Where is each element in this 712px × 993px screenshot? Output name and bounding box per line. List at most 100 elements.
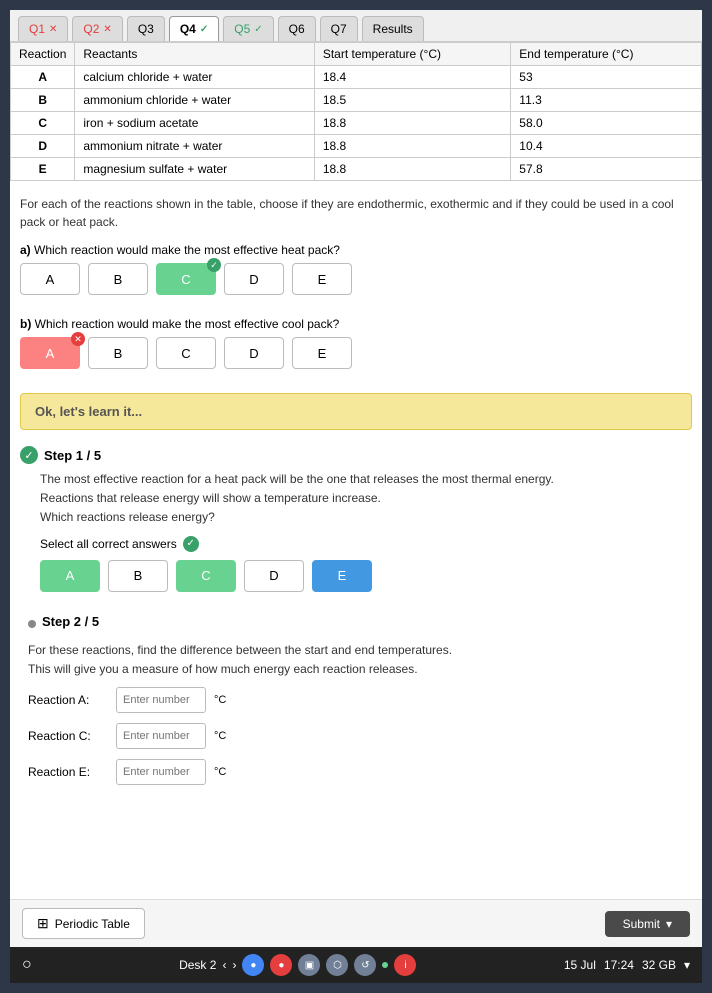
nav-right-icon[interactable]: › <box>232 958 236 972</box>
s1-option-b[interactable]: B <box>108 560 168 592</box>
table-row: E magnesium sulfate + water 18.8 57.8 <box>11 158 702 181</box>
cell-start-temp: 18.8 <box>314 112 510 135</box>
step1-header: ✓ Step 1 / 5 <box>40 446 692 464</box>
qa-text: Which reaction would make the most effec… <box>34 243 340 257</box>
cell-end-temp: 53 <box>511 66 702 89</box>
periodic-table-button[interactable]: ⊞ Periodic Table <box>22 908 145 939</box>
col-end-temp: End temperature (°C) <box>511 43 702 66</box>
question-b-section: b) Which reaction would make the most ef… <box>10 311 702 385</box>
qa-option-a[interactable]: A <box>20 263 80 295</box>
cell-reactants: iron + sodium acetate <box>75 112 314 135</box>
reaction-a-unit: °C <box>214 694 226 706</box>
taskbar-right: 15 Jul 17:24 32 GB ▾ <box>564 958 690 972</box>
cell-reactants: ammonium nitrate + water <box>75 135 314 158</box>
time-label: 17:24 <box>604 958 634 972</box>
question-a-label: a) Which reaction would make the most ef… <box>20 243 692 257</box>
cell-start-temp: 18.5 <box>314 89 510 112</box>
taskbar: ○ Desk 2 ‹ › ● ● ▣ ⬡ ↺ i 15 Jul 17:24 32… <box>10 947 702 983</box>
tab-q3[interactable]: Q3 <box>127 16 165 41</box>
reaction-e-unit: °C <box>214 766 226 778</box>
reaction-a-row: Reaction A: °C <box>28 687 692 713</box>
tab-q1-label: Q1 <box>29 22 45 36</box>
step1-line1: The most effective reaction for a heat p… <box>40 470 692 489</box>
tab-q5-status: ✓ <box>254 24 262 35</box>
cell-end-temp: 57.8 <box>511 158 702 181</box>
tab-q6-label: Q6 <box>289 22 305 36</box>
tab-q7-label: Q7 <box>331 22 347 36</box>
reaction-e-input[interactable] <box>116 759 206 785</box>
taskbar-left: ○ <box>22 956 32 974</box>
nav-left-icon[interactable]: ‹ <box>222 958 226 972</box>
tab-results-label: Results <box>373 22 413 36</box>
qa-option-c[interactable]: C ✓ <box>156 263 216 295</box>
tab-q6[interactable]: Q6 <box>278 16 316 41</box>
cell-start-temp: 18.8 <box>314 135 510 158</box>
s1-option-c[interactable]: C <box>176 560 236 592</box>
qb-a-badge: ✕ <box>71 332 85 346</box>
submit-button[interactable]: Submit ▾ <box>605 911 690 937</box>
home-circle-icon[interactable]: ○ <box>22 956 32 974</box>
cell-end-temp: 58.0 <box>511 112 702 135</box>
cell-reaction: E <box>11 158 75 181</box>
main-screen: Q1 ✕ Q2 ✕ Q3 Q4 ✓ Q5 ✓ Q6 Q7 Results <box>10 10 702 983</box>
table-row: D ammonium nitrate + water 18.8 10.4 <box>11 135 702 158</box>
tab-q2-status: ✕ <box>103 24 111 35</box>
qb-bold: b) <box>20 317 31 331</box>
s1-option-a[interactable]: A <box>40 560 100 592</box>
submit-chevron-icon: ▾ <box>666 917 672 931</box>
step1-line2: Reactions that release energy will show … <box>40 489 692 508</box>
reactions-table: Reaction Reactants Start temperature (°C… <box>10 42 702 181</box>
qa-option-e[interactable]: E <box>292 263 352 295</box>
reaction-a-input[interactable] <box>116 687 206 713</box>
qa-c-badge: ✓ <box>207 258 221 272</box>
qb-text: Which reaction would make the most effec… <box>35 317 340 331</box>
tab-q1-status: ✕ <box>49 24 57 35</box>
reaction-c-label: Reaction C: <box>28 729 108 743</box>
tab-results[interactable]: Results <box>362 16 424 41</box>
cell-reactants: calcium chloride + water <box>75 66 314 89</box>
step1-line3: Which reactions release energy? <box>40 508 692 527</box>
reaction-a-label: Reaction A: <box>28 693 108 707</box>
main-content: Reaction Reactants Start temperature (°C… <box>10 42 702 947</box>
qa-option-b[interactable]: B <box>88 263 148 295</box>
learn-box: Ok, let's learn it... <box>20 393 692 430</box>
question-b-label: b) Which reaction would make the most ef… <box>20 317 692 331</box>
select-all-check-icon: ✓ <box>183 536 199 552</box>
submit-label: Submit <box>623 917 660 931</box>
instructions-text: For each of the reactions shown in the t… <box>10 189 702 237</box>
qb-option-a[interactable]: A ✕ <box>20 337 80 369</box>
reaction-c-row: Reaction C: °C <box>28 723 692 749</box>
tab-q7[interactable]: Q7 <box>320 16 358 41</box>
qb-option-c[interactable]: C <box>156 337 216 369</box>
step1-body: The most effective reaction for a heat p… <box>40 470 692 528</box>
bottom-bar: ⊞ Periodic Table Submit ▾ <box>10 899 702 947</box>
tab-q4-status: ✓ <box>200 24 208 35</box>
reaction-c-input[interactable] <box>116 723 206 749</box>
tab-q4-label: Q4 <box>180 22 196 36</box>
question-a-section: a) Which reaction would make the most ef… <box>10 237 702 311</box>
desk-label: Desk 2 <box>179 958 216 972</box>
tab-q5[interactable]: Q5 ✓ <box>223 16 273 41</box>
s1-option-d[interactable]: D <box>244 560 304 592</box>
date-label: 15 Jul <box>564 958 596 972</box>
qb-option-b[interactable]: B <box>88 337 148 369</box>
tab-q1[interactable]: Q1 ✕ <box>18 16 68 41</box>
tab-q4[interactable]: Q4 ✓ <box>169 16 219 41</box>
step2-title: Step 2 / 5 <box>42 614 99 629</box>
step2-header: Step 2 / 5 <box>28 614 692 635</box>
periodic-table-label: Periodic Table <box>55 917 130 931</box>
qb-option-e[interactable]: E <box>292 337 352 369</box>
step1-section: ✓ Step 1 / 5 The most effective reaction… <box>20 446 692 602</box>
table-row: C iron + sodium acetate 18.8 58.0 <box>11 112 702 135</box>
table-row: B ammonium chloride + water 18.5 11.3 <box>11 89 702 112</box>
step2-section: Step 2 / 5 For these reactions, find the… <box>20 614 692 795</box>
qa-option-d[interactable]: D <box>224 263 284 295</box>
reaction-e-label: Reaction E: <box>28 765 108 779</box>
col-start-temp: Start temperature (°C) <box>314 43 510 66</box>
tab-q2[interactable]: Q2 ✕ <box>72 16 122 41</box>
reaction-e-row: Reaction E: °C <box>28 759 692 785</box>
cell-reactants: ammonium chloride + water <box>75 89 314 112</box>
s1-option-e[interactable]: E <box>312 560 372 592</box>
reaction-c-unit: °C <box>214 730 226 742</box>
qb-option-d[interactable]: D <box>224 337 284 369</box>
